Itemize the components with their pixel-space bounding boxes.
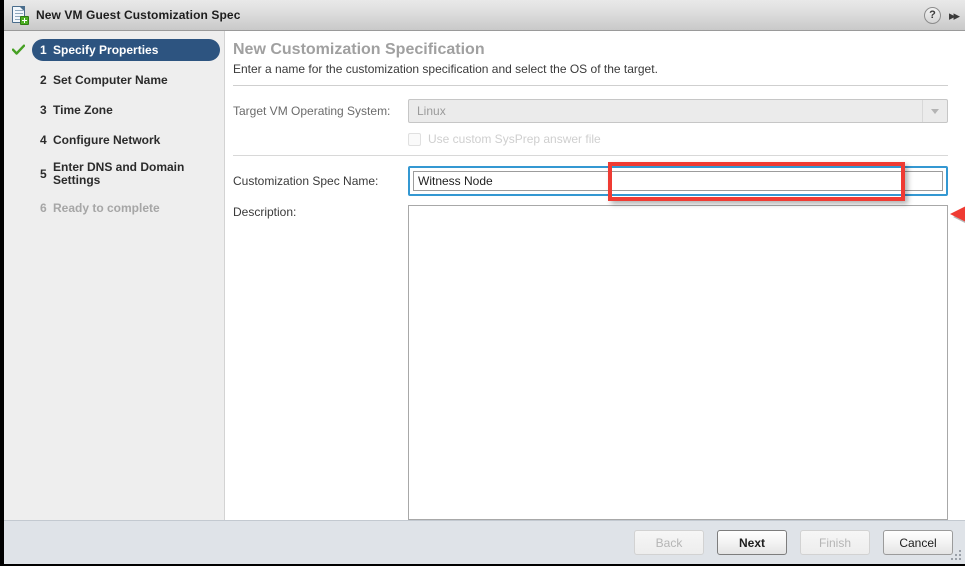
step-number: 4 — [40, 133, 47, 147]
dialog-content: 1 Specify Properties 2 Set Computer Name… — [4, 31, 965, 520]
target-os-row: Target VM Operating System: Linux — [233, 99, 948, 123]
dialog-window: New VM Guest Customization Spec ? ▸▸ 1 S… — [0, 0, 965, 566]
description-row: Description: — [233, 205, 948, 520]
step-label: Configure Network — [53, 132, 161, 147]
sidebar-item-specify-properties[interactable]: 1 Specify Properties — [12, 39, 220, 61]
target-os-value: Linux — [417, 104, 446, 118]
step-label: Enter DNS and Domain Settings — [53, 160, 185, 187]
step-number: 3 — [40, 103, 47, 117]
description-textarea[interactable] — [408, 205, 948, 520]
help-icon[interactable]: ? — [923, 6, 941, 24]
target-os-label: Target VM Operating System: — [233, 104, 391, 118]
dialog-footer: Back Next Finish Cancel — [4, 520, 965, 564]
window-title: New VM Guest Customization Spec — [36, 8, 241, 22]
divider — [233, 85, 948, 86]
divider-secondary — [233, 155, 948, 156]
spec-name-focus-ring — [408, 166, 948, 196]
wizard-step-list: 1 Specify Properties 2 Set Computer Name… — [4, 31, 225, 520]
back-button: Back — [634, 530, 704, 555]
sidebar-item-ready-to-complete: 6 Ready to complete — [32, 197, 220, 219]
sysprep-checkbox-row: Use custom SysPrep answer file — [408, 132, 948, 146]
description-label: Description: — [233, 205, 297, 219]
sidebar-item-enter-dns-and-domain-settings[interactable]: 5 Enter DNS and Domain Settings — [32, 159, 196, 189]
step-number: 1 — [40, 43, 47, 57]
spec-name-label: Customization Spec Name: — [233, 174, 379, 188]
sidebar-item-set-computer-name[interactable]: 2 Set Computer Name — [32, 69, 220, 91]
sysprep-checkbox-label: Use custom SysPrep answer file — [428, 132, 601, 146]
spec-name-row: Customization Spec Name: — [233, 166, 948, 196]
title-bar: New VM Guest Customization Spec ? ▸▸ — [4, 0, 965, 31]
finish-button: Finish — [800, 530, 870, 555]
check-icon — [12, 44, 25, 56]
step-label: Specify Properties — [53, 42, 159, 57]
step-number: 6 — [40, 201, 47, 215]
step-label: Set Computer Name — [53, 72, 168, 87]
step-number: 2 — [40, 73, 47, 87]
main-pane: New Customization Specification Enter a … — [225, 31, 965, 520]
new-document-icon — [11, 5, 29, 25]
next-button[interactable]: Next — [717, 530, 787, 555]
double-chevron-right-icon[interactable]: ▸▸ — [949, 9, 960, 22]
step-label: Time Zone — [53, 102, 113, 117]
chevron-down-icon — [922, 100, 947, 122]
page-subtitle: Enter a name for the customization speci… — [233, 62, 658, 76]
title-bar-actions: ? ▸▸ — [923, 6, 965, 24]
sidebar-item-time-zone[interactable]: 3 Time Zone — [32, 99, 220, 121]
step-label: Ready to complete — [53, 200, 160, 215]
spec-name-input[interactable] — [413, 171, 943, 191]
page-title: New Customization Specification — [233, 41, 485, 58]
target-os-select: Linux — [408, 99, 948, 123]
resize-grip[interactable] — [951, 550, 962, 561]
sidebar-item-configure-network[interactable]: 4 Configure Network — [32, 129, 220, 151]
sysprep-checkbox — [408, 132, 421, 146]
step-number: 5 — [40, 167, 47, 181]
cancel-button[interactable]: Cancel — [883, 530, 953, 555]
